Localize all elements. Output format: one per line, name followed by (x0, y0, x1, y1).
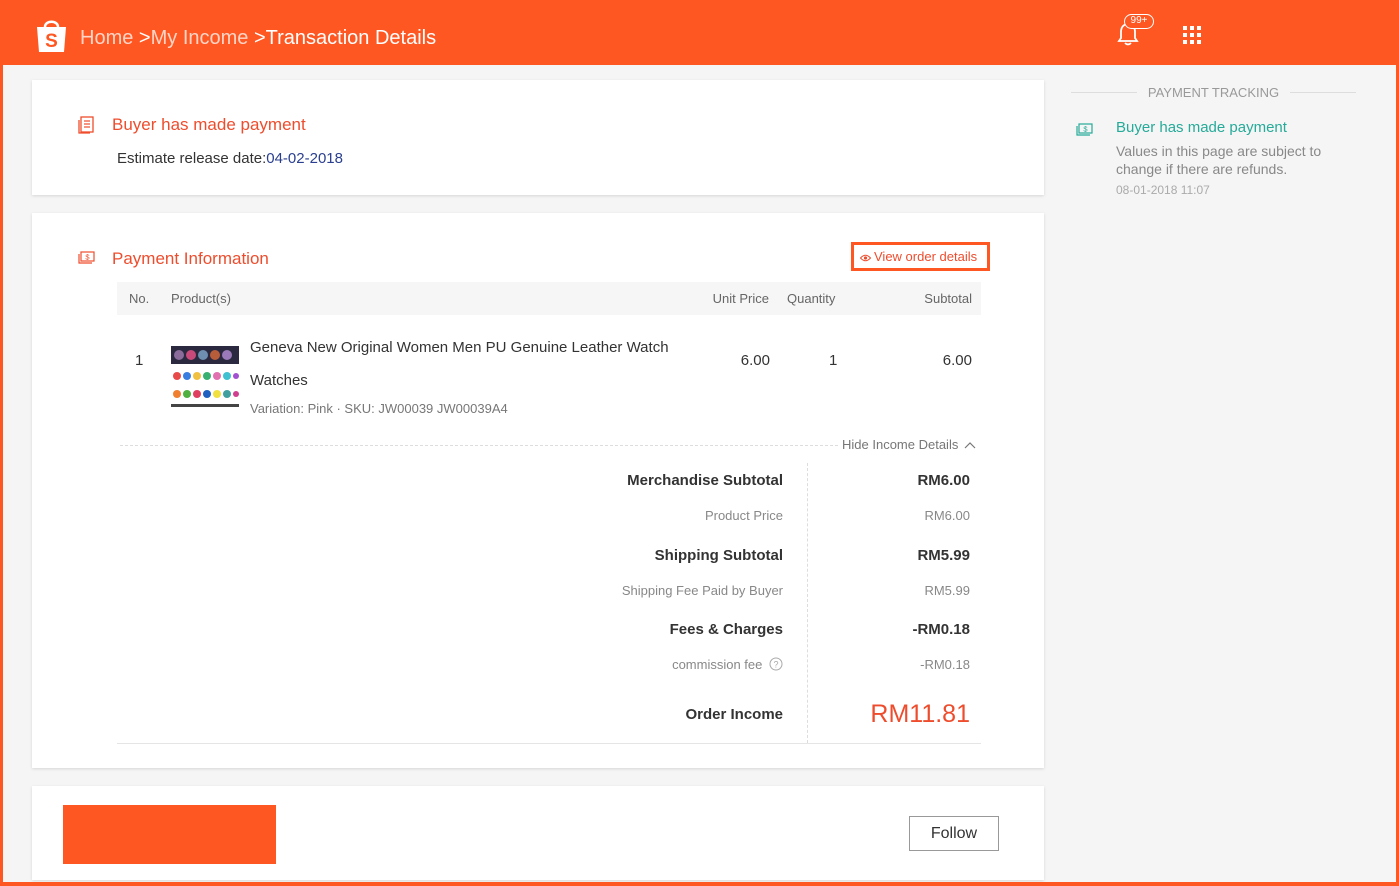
window-frame (0, 0, 3, 886)
help-icon[interactable]: ? (769, 657, 783, 671)
window-frame (0, 882, 1399, 886)
divider (807, 463, 808, 743)
col-product: Product(s) (171, 291, 231, 306)
product-thumbnail[interactable] (171, 344, 239, 412)
product-variation: Variation: Pink · SKU: JW00039 JW00039A4 (250, 401, 508, 416)
notification-badge: 99+ (1124, 14, 1154, 29)
view-order-details-label: View order details (874, 249, 978, 264)
breadcrumb: Home >My Income >Transaction Details (80, 26, 436, 50)
fees-charges-label: Fees & Charges (669, 621, 783, 638)
view-order-details-link[interactable]: View order details (851, 242, 990, 271)
follow-button[interactable]: Follow (909, 816, 999, 851)
commission-fee-value: -RM0.18 (920, 657, 970, 672)
payment-information-card: $ Payment Information View order details… (32, 213, 1044, 768)
release-date-line: Estimate release date:04-02-2018 (117, 150, 343, 168)
hide-income-details-toggle[interactable]: Hide Income Details (842, 437, 976, 452)
product-price-value: RM6.00 (924, 508, 970, 523)
divider (117, 743, 981, 744)
product-name[interactable]: Geneva New Original Women Men PU Genuine… (250, 331, 670, 397)
breadcrumb-separator: > (138, 27, 151, 49)
commission-fee-label: commission fee ? (672, 657, 783, 672)
shipping-subtotal-value: RM5.99 (917, 547, 970, 564)
shipping-fee-value: RM5.99 (924, 583, 970, 598)
breadcrumb-home[interactable]: Home (80, 27, 133, 49)
release-date-label: Estimate release date: (117, 150, 267, 167)
payment-tracking-title: PAYMENT TRACKING (1147, 85, 1280, 100)
payment-status-card: Buyer has made payment Estimate release … (32, 80, 1044, 195)
release-date-value: 04-02-2018 (266, 150, 343, 167)
money-icon: $ (1076, 123, 1093, 136)
divider (120, 445, 838, 446)
receipt-icon (78, 116, 94, 134)
eye-icon (859, 254, 872, 262)
product-price-label: Product Price (704, 508, 783, 523)
payment-info-title: Payment Information (112, 249, 269, 268)
col-unit-price: Unit Price (712, 291, 769, 306)
merchandise-subtotal-value: RM6.00 (917, 472, 970, 489)
svg-text:S: S (45, 31, 58, 52)
divider (1290, 92, 1356, 93)
col-subtotal: Subtotal (924, 291, 972, 306)
unit-price: 6.00 (740, 352, 770, 369)
shipping-subtotal-label: Shipping Subtotal (654, 547, 783, 564)
shipping-fee-label: Shipping Fee Paid by Buyer (621, 583, 783, 598)
tracking-event-title: Buyer has made payment (1116, 119, 1287, 136)
money-icon: $ (78, 251, 95, 264)
subtotal: 6.00 (942, 352, 972, 369)
svg-text:$: $ (85, 253, 90, 262)
col-no: No. (129, 291, 150, 306)
tracking-event-time: 08-01-2018 11:07 (1116, 183, 1210, 197)
merchandise-subtotal-label: Merchandise Subtotal (627, 472, 783, 489)
order-income-label: Order Income (685, 706, 783, 723)
shopee-logo-icon[interactable]: S (35, 16, 68, 54)
tracking-event-description: Values in this page are subject to chang… (1116, 143, 1322, 177)
breadcrumb-my-income[interactable]: My Income (151, 27, 249, 49)
breadcrumb-separator: > (253, 27, 266, 49)
item-number: 1 (135, 352, 144, 369)
col-quantity: Quantity (787, 291, 836, 306)
payment-tracking-heading: PAYMENT TRACKING (1071, 86, 1356, 100)
svg-text:?: ? (773, 660, 778, 670)
top-bar: S Home >My Income >Transaction Details 9… (0, 0, 1399, 65)
hide-income-details-label: Hide Income Details (842, 437, 959, 452)
fees-charges-value: -RM0.18 (912, 621, 970, 638)
product-table-header: No. Product(s) Unit Price Quantity Subto… (117, 282, 981, 315)
shop-card: Follow (32, 786, 1044, 880)
order-income-value: RM11.81 (870, 700, 970, 728)
chevron-up-icon (964, 442, 976, 449)
status-title: Buyer has made payment (112, 115, 306, 134)
svg-text:$: $ (1083, 125, 1088, 134)
apps-grid-icon[interactable] (1183, 26, 1201, 44)
quantity: 1 (829, 352, 838, 369)
breadcrumb-current: Transaction Details (265, 27, 437, 49)
commission-fee-text: commission fee (672, 657, 763, 672)
shop-banner (63, 805, 276, 864)
